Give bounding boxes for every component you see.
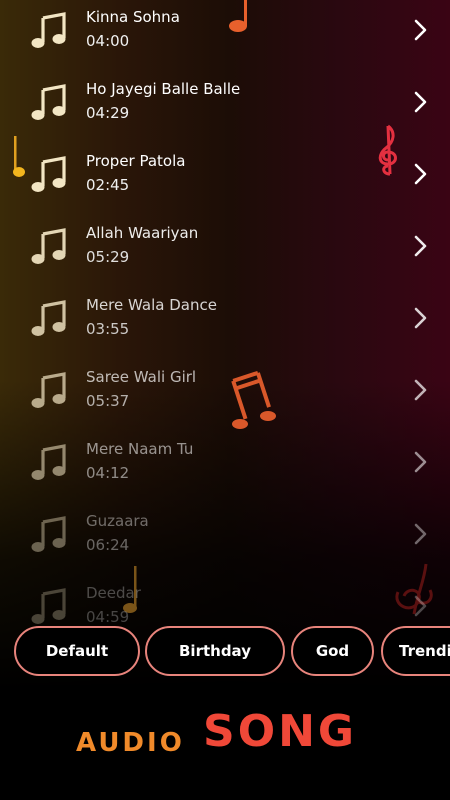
music-note-icon (30, 228, 68, 266)
category-chip-default[interactable]: Default (14, 626, 140, 676)
song-title: Deedar (86, 584, 141, 602)
song-row[interactable]: Guzaara 06:24 (0, 502, 450, 574)
song-row[interactable]: Mere Wala Dance 03:55 (0, 286, 450, 358)
song-title: Allah Waariyan (86, 224, 199, 242)
song-list: Kinna Sohna 04:00 Ho Jayegi Balle Balle 04:… (0, 0, 450, 690)
song-duration: 04:00 (86, 32, 130, 50)
chevron-right-icon[interactable] (410, 18, 430, 42)
music-note-icon (30, 372, 68, 410)
song-duration: 04:12 (86, 464, 130, 482)
category-chip-god[interactable]: God (291, 626, 374, 676)
song-duration: 05:37 (86, 392, 130, 410)
chevron-right-icon[interactable] (410, 594, 430, 618)
music-note-icon (30, 156, 68, 194)
song-row[interactable]: Mere Naam Tu 04:12 (0, 430, 450, 502)
song-row[interactable]: Saree Wali Girl 05:37 (0, 358, 450, 430)
music-note-icon (30, 84, 68, 122)
song-title: Guzaara (86, 512, 149, 530)
category-chips: Default Birthday God Trending (0, 626, 450, 680)
category-chip-trending[interactable]: Trending (381, 626, 450, 676)
logo-audio-text: AUDIO (76, 728, 185, 758)
chevron-right-icon[interactable] (410, 90, 430, 114)
song-title: Mere Wala Dance (86, 296, 217, 314)
music-note-icon (30, 588, 68, 626)
chevron-right-icon[interactable] (410, 162, 430, 186)
chevron-right-icon[interactable] (410, 378, 430, 402)
song-duration: 05:29 (86, 248, 130, 266)
song-duration: 02:45 (86, 176, 130, 194)
song-row[interactable]: Ho Jayegi Balle Balle 04:29 (0, 70, 450, 142)
song-title: Kinna Sohna (86, 8, 180, 26)
music-note-icon (30, 444, 68, 482)
song-title: Proper Patola (86, 152, 186, 170)
music-note-icon (30, 12, 68, 50)
song-duration: 03:55 (86, 320, 130, 338)
song-row[interactable]: Kinna Sohna 04:00 (0, 0, 450, 70)
song-title: Ho Jayegi Balle Balle (86, 80, 241, 98)
song-duration: 04:59 (86, 608, 130, 626)
chevron-right-icon[interactable] (410, 450, 430, 474)
music-note-icon (30, 300, 68, 338)
chevron-right-icon[interactable] (410, 234, 430, 258)
category-chip-birthday[interactable]: Birthday (145, 626, 285, 676)
chevron-right-icon[interactable] (410, 522, 430, 546)
chevron-right-icon[interactable] (410, 306, 430, 330)
song-title: Saree Wali Girl (86, 368, 197, 386)
song-row[interactable]: Proper Patola 02:45 (0, 142, 450, 214)
song-duration: 06:24 (86, 536, 130, 554)
song-duration: 04:29 (86, 104, 130, 122)
logo-song-text: SONG (203, 706, 358, 757)
song-row[interactable]: Allah Waariyan 05:29 (0, 214, 450, 286)
music-note-icon (30, 516, 68, 554)
song-title: Mere Naam Tu (86, 440, 194, 458)
